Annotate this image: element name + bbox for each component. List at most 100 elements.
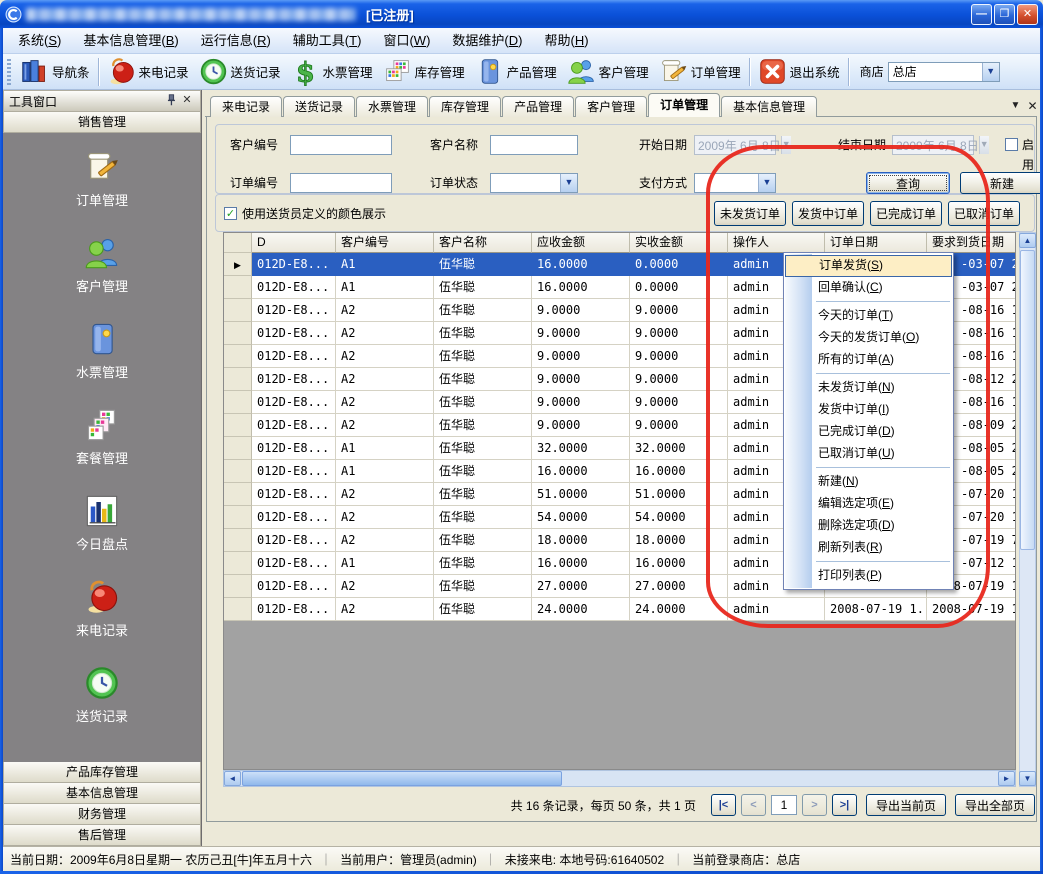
row-selector[interactable]: ▶ [224, 253, 252, 276]
tab-list-dropdown-icon[interactable]: ▼ [1008, 99, 1023, 114]
toolbar-grip[interactable] [7, 59, 11, 85]
row-selector[interactable] [224, 391, 252, 414]
context-menu-item[interactable]: 今天的发货订单(O) [784, 327, 953, 349]
prev-page-button[interactable]: < [741, 794, 766, 816]
context-menu-item[interactable]: 已取消订单(U) [784, 443, 953, 465]
row-selector[interactable] [224, 506, 252, 529]
tab-库存管理[interactable]: 库存管理 [429, 96, 501, 117]
context-menu-item[interactable]: 已完成订单(D) [784, 421, 953, 443]
row-selector[interactable] [224, 529, 252, 552]
pin-icon[interactable] [163, 93, 179, 109]
row-selector[interactable] [224, 322, 252, 345]
sidebar-item-water-ticket[interactable]: 水票管理 [76, 321, 128, 381]
sidebar-item-order-mgmt[interactable]: 订单管理 [76, 149, 128, 209]
menubar-item[interactable]: 窗口(W) [372, 29, 441, 53]
customer-no-input[interactable] [290, 135, 392, 155]
context-menu-item[interactable]: 新建(N) [784, 471, 953, 493]
scroll-right-icon[interactable]: ► [998, 771, 1015, 786]
tab-客户管理[interactable]: 客户管理 [575, 96, 647, 117]
status-filter-button[interactable]: 发货中订单 [792, 201, 864, 226]
row-selector[interactable] [224, 437, 252, 460]
toolbar-customer-button[interactable]: 客户管理 [562, 55, 654, 88]
header-customer-no[interactable]: 客户编号 [336, 233, 434, 253]
first-page-button[interactable]: |< [711, 794, 736, 816]
menubar-item[interactable]: 运行信息(R) [190, 29, 282, 53]
toolbar-delivery-records-button[interactable]: 送货记录 [194, 55, 286, 88]
tab-订单管理[interactable]: 订单管理 [648, 93, 720, 117]
header-operator[interactable]: 操作人 [728, 233, 825, 253]
sidebar-group-sales[interactable]: 销售管理 [3, 112, 201, 133]
color-display-checkbox[interactable]: ✓ [224, 207, 237, 220]
pay-method-select[interactable]: ▼ [694, 173, 776, 193]
context-menu-item[interactable]: 打印列表(P) [784, 565, 953, 587]
table-row[interactable]: 012D-E8...A2伍华聪24.000024.0000admin2008-0… [224, 598, 1016, 621]
tab-基本信息管理[interactable]: 基本信息管理 [721, 96, 817, 117]
header-required-date[interactable]: 要求到货日期 [927, 233, 1016, 253]
tab-产品管理[interactable]: 产品管理 [502, 96, 574, 117]
status-filter-button[interactable]: 已取消订单 [948, 201, 1020, 226]
row-selector[interactable] [224, 552, 252, 575]
menubar-item[interactable]: 数据维护(D) [441, 29, 533, 53]
export-current-page-button[interactable]: 导出当前页 [866, 794, 946, 816]
chevron-down-icon[interactable]: ▼ [560, 174, 577, 192]
toolbar-call-records-button[interactable]: 来电记录 [102, 55, 194, 88]
minimize-button[interactable]: — [971, 4, 992, 25]
horizontal-scrollbar[interactable]: ◄ ► [223, 770, 1016, 787]
context-menu-item[interactable]: 编辑选定项(E) [784, 493, 953, 515]
start-date-picker[interactable]: 2009年 6月 8日 ▼ [694, 135, 776, 155]
close-icon[interactable]: ✕ [179, 93, 195, 109]
last-page-button[interactable]: >| [832, 794, 857, 816]
toolbar-order-button[interactable]: 订单管理 [654, 55, 746, 88]
context-menu-item[interactable]: 订单发货(S) [785, 255, 952, 277]
context-menu-item[interactable]: 所有的订单(A) [784, 349, 953, 371]
shop-select[interactable]: 总店 ▼ [888, 62, 1000, 82]
context-menu-item[interactable]: 刷新列表(R) [784, 537, 953, 559]
toolbar-product-button[interactable]: 产品管理 [470, 55, 562, 88]
title-bar[interactable]: [已注册] — ❐ ✕ [0, 0, 1043, 28]
page-number-input[interactable] [771, 795, 797, 815]
next-page-button[interactable]: > [802, 794, 827, 816]
customer-name-input[interactable] [490, 135, 578, 155]
vertical-scrollbar[interactable]: ▲ ▼ [1019, 232, 1036, 787]
tab-水票管理[interactable]: 水票管理 [356, 96, 428, 117]
chevron-down-icon[interactable]: ▼ [982, 63, 999, 81]
menubar-item[interactable]: 辅助工具(T) [282, 29, 373, 53]
header-received[interactable]: 实收金额 [630, 233, 728, 253]
sidebar-item-delivery-records[interactable]: 送货记录 [76, 665, 128, 725]
row-selector[interactable] [224, 276, 252, 299]
row-selector[interactable] [224, 483, 252, 506]
row-selector[interactable] [224, 575, 252, 598]
row-selector[interactable] [224, 299, 252, 322]
toolbar-inventory-button[interactable]: 库存管理 [378, 55, 470, 88]
status-filter-button[interactable]: 已完成订单 [870, 201, 942, 226]
status-filter-button[interactable]: 未发货订单 [714, 201, 786, 226]
enable-checkbox[interactable] [1005, 138, 1018, 151]
vertical-scroll-thumb[interactable] [1020, 250, 1035, 550]
row-selector[interactable] [224, 598, 252, 621]
new-button[interactable]: 新建 [960, 172, 1043, 194]
header-id[interactable]: D [252, 233, 336, 253]
sidebar-item-combo-mgmt[interactable]: 套餐管理 [76, 407, 128, 467]
row-selector[interactable] [224, 345, 252, 368]
toolbar-exit-button[interactable]: 退出系统 [753, 55, 845, 88]
row-selector[interactable] [224, 460, 252, 483]
sidebar-item-call-records[interactable]: 来电记录 [76, 579, 128, 639]
horizontal-scroll-thumb[interactable] [242, 771, 562, 786]
context-menu-item[interactable]: 未发货订单(N) [784, 377, 953, 399]
sidebar-group-product-inventory[interactable]: 产品库存管理 [3, 762, 201, 783]
header-receivable[interactable]: 应收金额 [532, 233, 630, 253]
row-selector[interactable] [224, 368, 252, 391]
order-no-input[interactable] [290, 173, 392, 193]
context-menu-item[interactable]: 今天的订单(T) [784, 305, 953, 327]
tab-close-icon[interactable]: ✕ [1025, 99, 1040, 114]
order-status-select[interactable]: ▼ [490, 173, 578, 193]
restore-button[interactable]: ❐ [994, 4, 1015, 25]
context-menu-item[interactable]: 发货中订单(I) [784, 399, 953, 421]
menubar-item[interactable]: 帮助(H) [533, 29, 599, 53]
header-row-selector[interactable] [224, 233, 252, 253]
export-all-pages-button[interactable]: 导出全部页 [955, 794, 1035, 816]
scroll-left-icon[interactable]: ◄ [224, 771, 241, 786]
query-button[interactable]: 查询 [866, 172, 950, 194]
sidebar-group-finance[interactable]: 财务管理 [3, 804, 201, 825]
header-customer-name[interactable]: 客户名称 [434, 233, 532, 253]
